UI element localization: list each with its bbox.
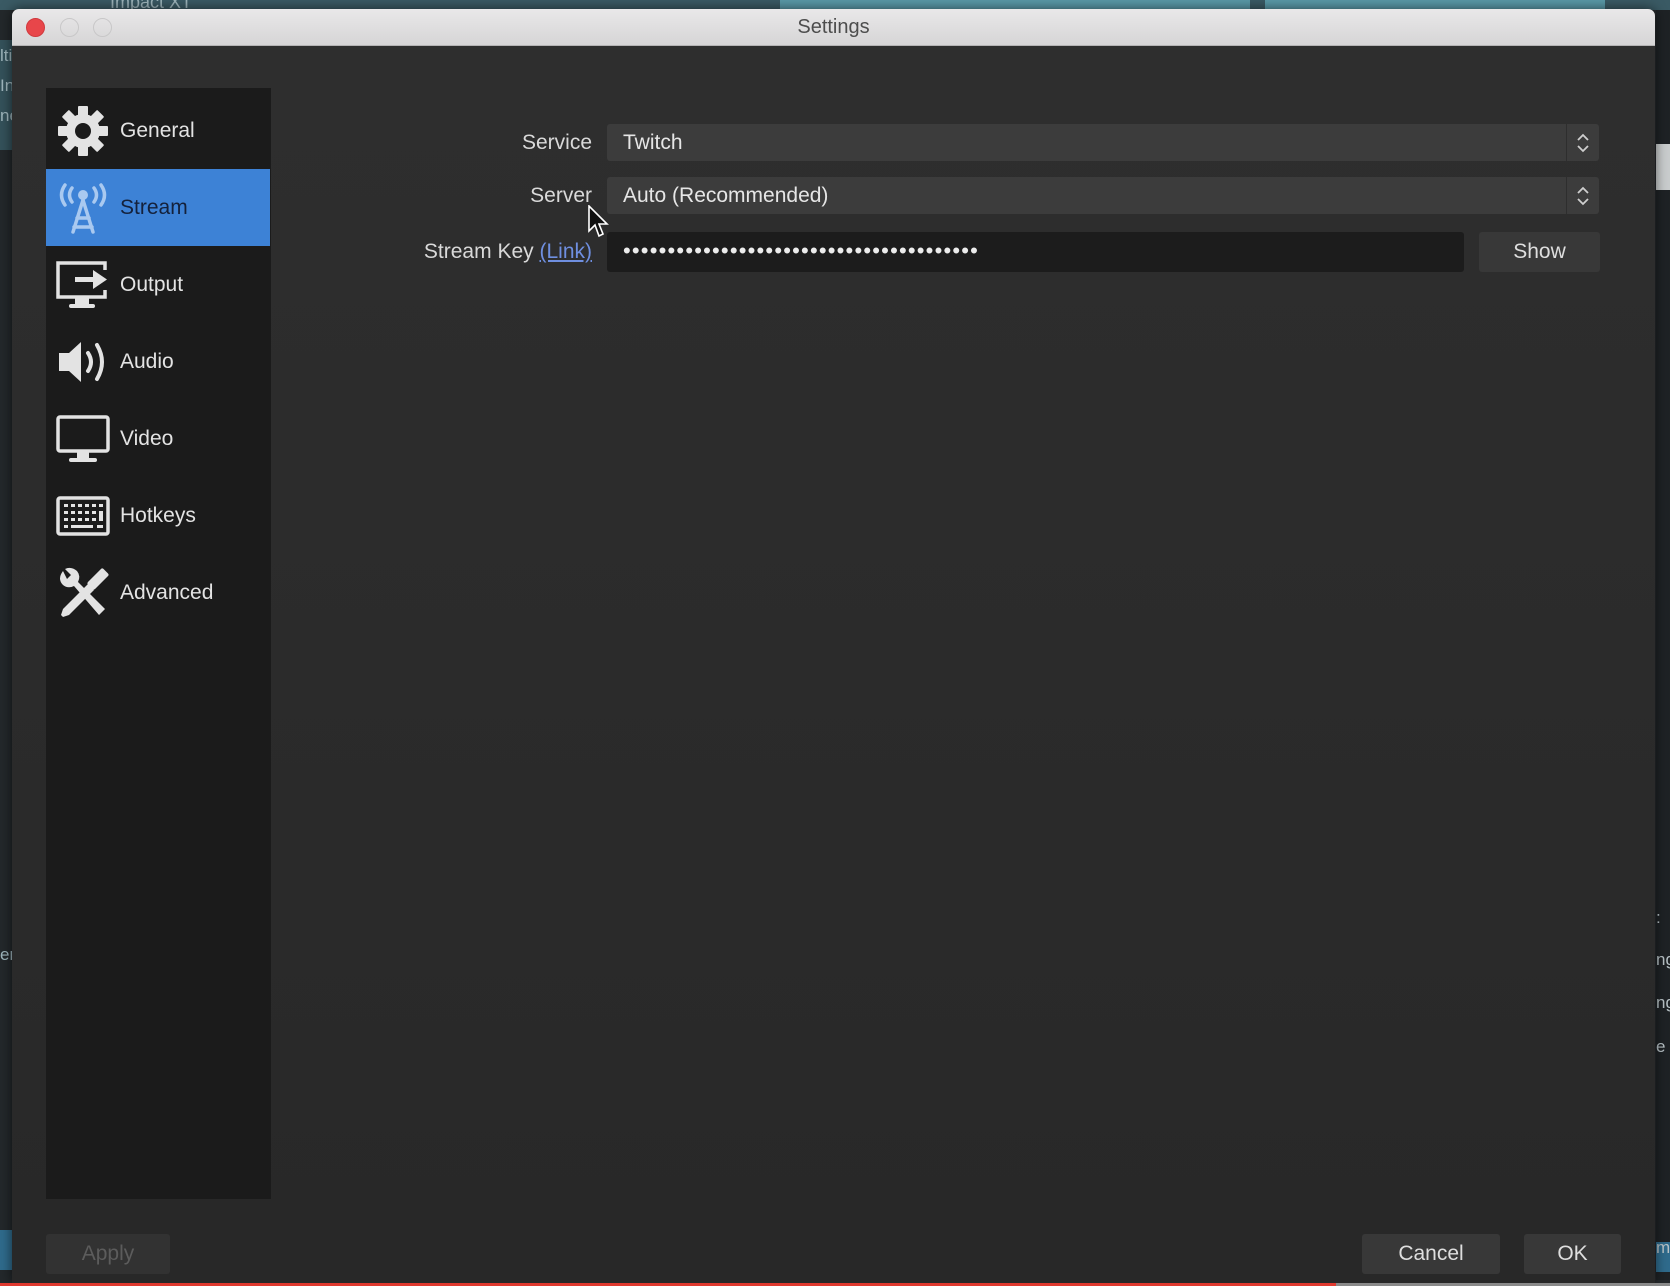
sidebar-item-label: Output [120, 272, 184, 296]
sidebar-item-general[interactable]: General [46, 92, 271, 169]
background-text: In [0, 76, 12, 95]
title-bar[interactable]: Settings [12, 9, 1655, 46]
background-text: ng [1656, 993, 1670, 1012]
background-text: : [1656, 908, 1661, 927]
monitor-output-icon [54, 256, 112, 314]
sidebar-item-audio[interactable]: Audio [46, 323, 271, 400]
window-title: Settings [797, 16, 870, 38]
stream-key-label: Stream Key [423, 240, 534, 263]
background-text: lti [0, 46, 12, 65]
background-panel-segment [0, 1230, 12, 1270]
settings-window: Settings General Stream Output Audio Vid… [12, 9, 1655, 1283]
stream-key-label-group: Stream Key (Link) [424, 240, 592, 264]
up-down-chevron-icon [1566, 124, 1599, 161]
sidebar-item-label: Hotkeys [120, 503, 196, 527]
stream-key-input[interactable]: •••••••••••••••••••••••••••••••••••••••• [607, 232, 1464, 272]
background-text: ng [1656, 950, 1670, 969]
sidebar-item-output[interactable]: Output [46, 246, 271, 323]
sidebar-item-advanced[interactable]: Advanced [46, 554, 271, 631]
background-text: ne [0, 106, 12, 125]
stream-key-value: •••••••••••••••••••••••••••••••••••••••• [623, 238, 980, 263]
gear-icon [54, 102, 112, 160]
cancel-button[interactable]: Cancel [1362, 1234, 1500, 1274]
service-value: Twitch [623, 131, 683, 154]
sidebar-item-stream[interactable]: Stream [46, 169, 270, 246]
sidebar-item-label: Audio [120, 349, 174, 373]
background-panel-segment [1656, 144, 1670, 190]
background-text: m [1656, 1238, 1670, 1257]
stream-key-link[interactable]: (Link) [539, 240, 592, 263]
service-label: Service [521, 131, 592, 154]
mouse-cursor-icon [588, 205, 609, 238]
sidebar-item-label: Video [120, 426, 174, 450]
settings-sidebar: General Stream Output Audio Video Hotkey… [46, 88, 271, 1199]
server-value: Auto (Recommended) [623, 184, 829, 207]
ok-button[interactable]: OK [1524, 1234, 1621, 1274]
settings-content: General Stream Output Audio Video Hotkey… [12, 46, 1655, 1283]
server-label: Server [530, 184, 592, 207]
wrench-screwdriver-icon [54, 564, 112, 622]
background-left-panel [0, 10, 12, 1280]
sidebar-item-label: Stream [120, 195, 188, 219]
background-text: en [0, 945, 12, 964]
broadcast-tower-icon [54, 179, 112, 237]
service-select[interactable]: Twitch [607, 124, 1599, 161]
speaker-icon [54, 333, 112, 391]
apply-button[interactable]: Apply [46, 1234, 170, 1274]
background-text: e [1656, 1037, 1666, 1056]
background-right-panel [1656, 10, 1670, 1280]
show-stream-key-button[interactable]: Show [1479, 232, 1600, 272]
server-select[interactable]: Auto (Recommended) [607, 177, 1599, 214]
keyboard-icon [54, 487, 112, 545]
sidebar-item-hotkeys[interactable]: Hotkeys [46, 477, 271, 554]
sidebar-item-video[interactable]: Video [46, 400, 271, 477]
up-down-chevron-icon [1566, 177, 1599, 214]
monitor-icon [54, 410, 112, 468]
sidebar-item-label: Advanced [120, 580, 214, 604]
sidebar-item-label: General [120, 118, 195, 142]
